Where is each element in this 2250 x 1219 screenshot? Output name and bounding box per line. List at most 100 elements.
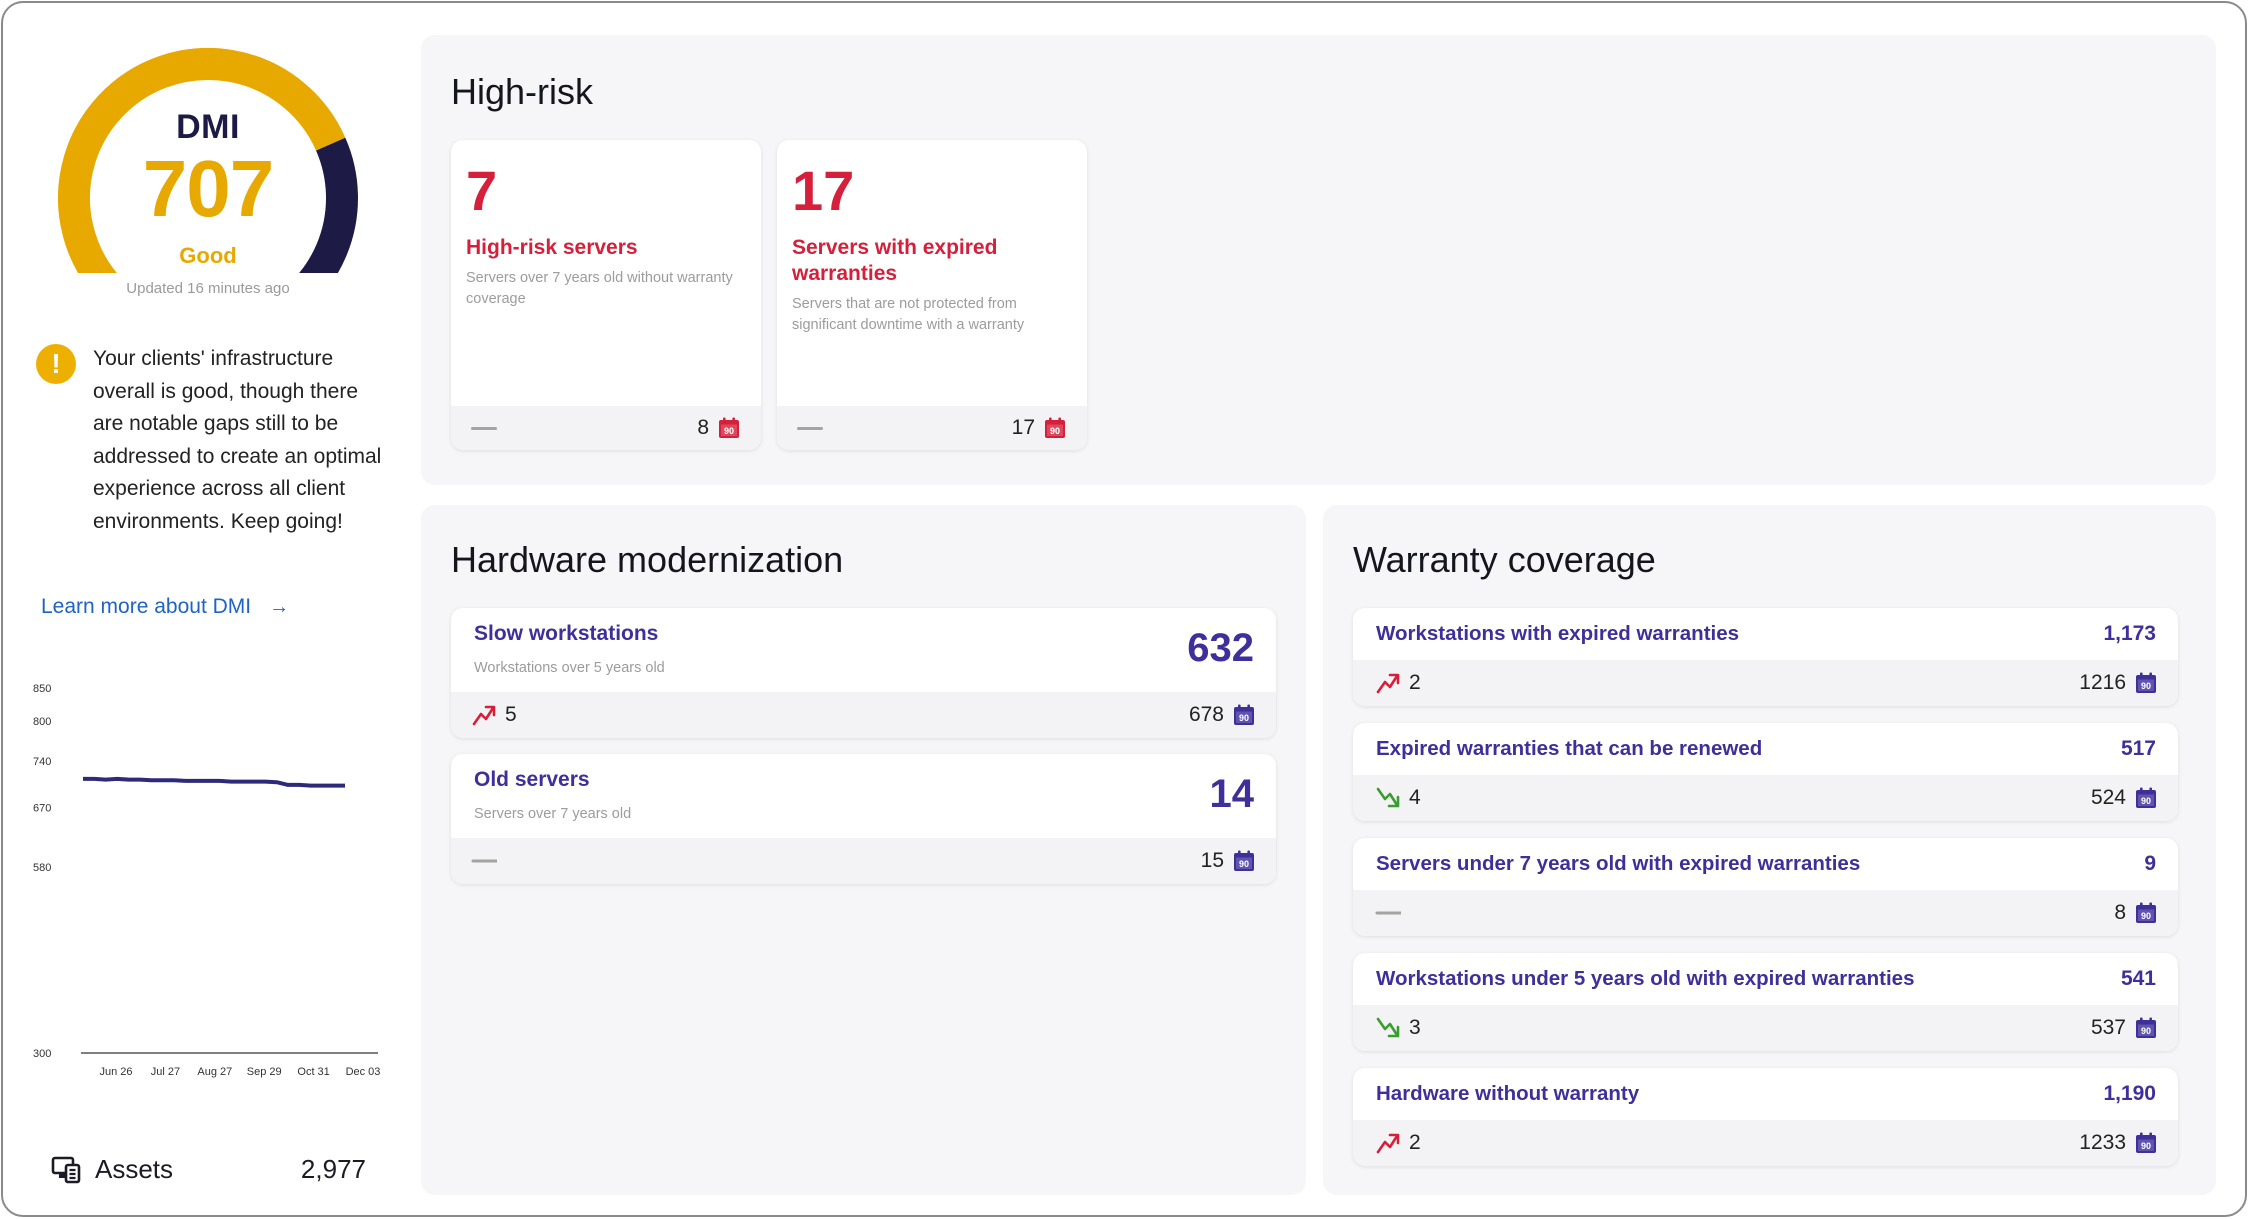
trend-value: 4 bbox=[1409, 786, 1421, 809]
dashboard-window: DMI 707 Good Updated 16 minutes ago ! Yo… bbox=[1, 1, 2247, 1217]
metric-footer: 4 524 90 bbox=[1353, 775, 2178, 821]
metric-value: 1,173 bbox=[2103, 622, 2156, 645]
calendar-90-icon: 90 bbox=[719, 417, 739, 438]
trend-up-icon bbox=[472, 705, 496, 726]
warranty-coverage-title: Warranty coverage bbox=[1353, 539, 1656, 580]
arrow-right-icon: → bbox=[269, 595, 290, 618]
metric-value: 9 bbox=[2144, 852, 2156, 875]
previous-90-day-value: 15 bbox=[1200, 849, 1224, 872]
previous-90-day-value: 537 bbox=[2090, 1016, 2126, 1039]
trend-value: 2 bbox=[1409, 1131, 1421, 1154]
metric-value: 1,190 bbox=[2103, 1082, 2156, 1105]
high-risk-title: High-risk bbox=[451, 71, 594, 112]
metric-footer: 2 1233 90 bbox=[1353, 1120, 2178, 1166]
no-change-dash-icon bbox=[797, 427, 823, 430]
high-risk-card-footer: 17 90 bbox=[777, 406, 1087, 450]
metric-footer: 8 90 bbox=[1353, 890, 2178, 936]
high-risk-card-title: High-risk servers bbox=[466, 236, 638, 259]
metric-value: 632 bbox=[1187, 626, 1254, 670]
warranty-metric-card[interactable]: Expired warranties that can be renewed 5… bbox=[1353, 723, 2178, 821]
warranty-coverage-panel: Warranty coverage Workstations with expi… bbox=[1323, 505, 2216, 1195]
svg-text:90: 90 bbox=[1239, 859, 1249, 869]
svg-text:90: 90 bbox=[1239, 713, 1249, 723]
previous-90-day-value: 1233 bbox=[2079, 1131, 2126, 1154]
dmi-status: Good bbox=[179, 243, 237, 268]
trend-indicator bbox=[471, 847, 505, 875]
trend-value: 2 bbox=[1409, 671, 1421, 694]
old-servers-card[interactable]: Old servers Servers over 7 years old 14 … bbox=[451, 754, 1276, 884]
x-tick-label: Dec 03 bbox=[346, 1066, 381, 1078]
x-tick-label: Aug 27 bbox=[197, 1066, 232, 1078]
assets-label: Assets bbox=[95, 1153, 174, 1184]
y-tick-label: 670 bbox=[33, 802, 51, 814]
no-change-dash-icon bbox=[471, 859, 497, 863]
high-risk-servers-card[interactable]: 7 High-risk servers Servers over 7 years… bbox=[451, 140, 761, 450]
warranty-metric-card[interactable]: Workstations under 5 years old with expi… bbox=[1353, 953, 2178, 1051]
high-risk-card-footer: 8 90 bbox=[451, 406, 761, 450]
svg-text:90: 90 bbox=[2141, 681, 2151, 691]
previous-90-day-value: 1216 bbox=[2079, 671, 2126, 694]
metric-title: Expired warranties that can be renewed bbox=[1376, 737, 1763, 760]
svg-text:90: 90 bbox=[2141, 1026, 2151, 1036]
learn-more-label: Learn more about DMI bbox=[41, 595, 252, 618]
calendar-90-icon: 90 bbox=[2136, 672, 2156, 693]
assets-count: 2,977 bbox=[300, 1153, 366, 1184]
calendar-90-icon: 90 bbox=[2136, 787, 2156, 808]
hardware-modernization-panel: Hardware modernization Slow workstations… bbox=[421, 505, 1306, 1195]
metric-title: Workstations with expired warranties bbox=[1376, 622, 1740, 645]
trend-indicator: 2 bbox=[1375, 669, 1421, 697]
y-tick-label: 800 bbox=[33, 716, 51, 728]
high-risk-panel: High-risk 7 High-risk servers Servers ov… bbox=[421, 35, 2216, 485]
dmi-score-line bbox=[83, 776, 345, 788]
assets-icon bbox=[51, 1156, 81, 1184]
trend-value: 5 bbox=[505, 703, 517, 726]
dmi-updated-timestamp: Updated 16 minutes ago bbox=[126, 280, 290, 297]
calendar-90-icon: 90 bbox=[2136, 1132, 2156, 1153]
svg-text:90: 90 bbox=[2141, 1141, 2151, 1151]
x-tick-label: Jul 27 bbox=[151, 1066, 180, 1078]
metric-title: Hardware without warranty bbox=[1376, 1082, 1640, 1105]
calendar-90-icon: 90 bbox=[1045, 417, 1065, 438]
dmi-label: DMI bbox=[176, 108, 240, 146]
trend-value: 3 bbox=[1409, 1016, 1421, 1039]
previous-90-day-value: 17 bbox=[1011, 416, 1035, 439]
trend-indicator: 5 bbox=[471, 701, 517, 729]
trend-indicator: 3 bbox=[1375, 1014, 1421, 1042]
y-tick-label: 580 bbox=[33, 862, 51, 874]
slow-workstations-card[interactable]: Slow workstations Workstations over 5 ye… bbox=[451, 608, 1276, 738]
no-change-dash-icon bbox=[1375, 911, 1401, 915]
calendar-90-icon: 90 bbox=[2136, 902, 2156, 923]
x-tick-label: Sep 29 bbox=[247, 1066, 282, 1078]
trend-up-icon bbox=[1376, 673, 1400, 694]
previous-90-day-value: 678 bbox=[1188, 703, 1224, 726]
x-tick-label: Oct 31 bbox=[297, 1066, 329, 1078]
warranty-metric-card[interactable]: Workstations with expired warranties 1,1… bbox=[1353, 608, 2178, 706]
warranty-metric-card[interactable]: Servers under 7 years old with expired w… bbox=[1353, 838, 2178, 936]
assets-summary[interactable]: Assets 2,977 bbox=[51, 1151, 366, 1187]
dmi-summary-text: Your clients' infrastructure overall is … bbox=[93, 347, 382, 533]
y-tick-label: 740 bbox=[33, 756, 51, 768]
expired-warranty-servers-card[interactable]: 17 Servers with expired warranties Serve… bbox=[777, 140, 1087, 450]
calendar-90-icon: 90 bbox=[2136, 1017, 2156, 1038]
hardware-modernization-title: Hardware modernization bbox=[451, 539, 844, 580]
calendar-90-icon: 90 bbox=[1234, 704, 1254, 725]
warning-icon: ! bbox=[36, 344, 76, 384]
metric-title: Servers under 7 years old with expired w… bbox=[1376, 852, 1861, 875]
calendar-90-icon: 90 bbox=[1234, 850, 1254, 871]
trend-down-icon bbox=[1376, 787, 1400, 808]
sidebar: DMI 707 Good Updated 16 minutes ago ! Yo… bbox=[3, 3, 403, 1215]
metric-footer: 5 678 90 bbox=[451, 692, 1276, 738]
high-risk-card-title: Servers with expired warranties bbox=[792, 236, 998, 285]
trend-up-icon bbox=[1376, 1133, 1400, 1154]
y-tick-label: 850 bbox=[33, 683, 51, 695]
svg-text:90: 90 bbox=[2141, 911, 2151, 921]
metric-footer: 15 90 bbox=[451, 838, 1276, 884]
no-change-dash-icon bbox=[471, 427, 497, 430]
metric-value: 14 bbox=[1209, 772, 1255, 816]
dmi-score: 707 bbox=[142, 144, 274, 233]
metric-title: Workstations under 5 years old with expi… bbox=[1376, 967, 1915, 990]
metric-value: 541 bbox=[2120, 967, 2156, 990]
warranty-metric-card[interactable]: Hardware without warranty 1,190 2 1233 9… bbox=[1353, 1068, 2178, 1166]
dmi-gauge: DMI 707 Good bbox=[53, 33, 363, 273]
learn-more-link[interactable]: Learn more about DMI → bbox=[41, 595, 289, 619]
